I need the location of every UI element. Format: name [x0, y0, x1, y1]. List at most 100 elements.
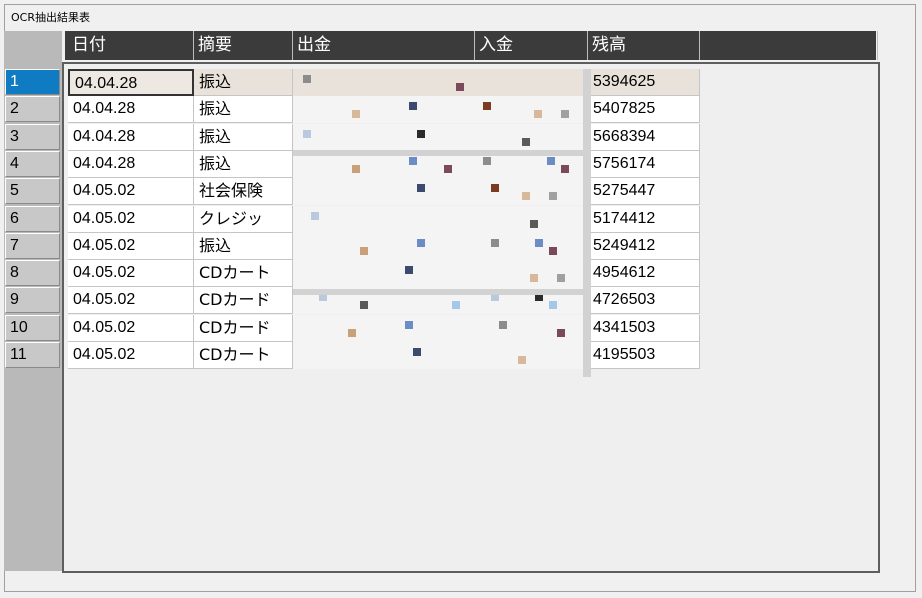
- redaction-mosaic-pixel: [405, 321, 413, 329]
- column-header-deposit[interactable]: 入金: [475, 31, 588, 60]
- redaction-mosaic-pixel: [522, 192, 530, 200]
- cell-balance[interactable]: 4726503: [588, 287, 700, 314]
- cell-balance[interactable]: 5394625: [588, 69, 700, 96]
- redaction-divider: [293, 150, 588, 156]
- row-number[interactable]: 11: [5, 342, 60, 368]
- cell-balance[interactable]: 4341503: [588, 315, 700, 342]
- cell-date[interactable]: 04.04.28: [68, 69, 194, 96]
- cell-memo[interactable]: 社会保険: [194, 178, 293, 205]
- cell-withdrawal-redacted[interactable]: [293, 233, 588, 260]
- cell-balance[interactable]: 5249412: [588, 233, 700, 260]
- redaction-mosaic-pixel: [547, 157, 555, 165]
- cell-balance[interactable]: 5756174: [588, 151, 700, 178]
- redaction-mosaic-pixel: [303, 130, 311, 138]
- cell-memo[interactable]: CDカート: [194, 260, 293, 287]
- row-number[interactable]: 3: [5, 124, 60, 150]
- cell-balance[interactable]: 5174412: [588, 206, 700, 233]
- row-number[interactable]: 10: [5, 315, 60, 341]
- cell-date[interactable]: 04.05.02: [68, 260, 194, 287]
- redaction-divider: [583, 69, 591, 377]
- row-number[interactable]: 1: [5, 69, 60, 95]
- redaction-mosaic-pixel: [499, 321, 507, 329]
- cell-balance[interactable]: 5407825: [588, 96, 700, 123]
- cell-balance[interactable]: 4195503: [588, 342, 700, 369]
- cell-balance[interactable]: 5668394: [588, 124, 700, 151]
- cell-date[interactable]: 04.04.28: [68, 96, 194, 123]
- row-number[interactable]: 8: [5, 260, 60, 286]
- redaction-mosaic-pixel: [405, 266, 413, 274]
- redaction-mosaic-pixel: [518, 356, 526, 364]
- redaction-mosaic-pixel: [352, 110, 360, 118]
- cell-date[interactable]: 04.05.02: [68, 315, 194, 342]
- cell-date[interactable]: 04.04.28: [68, 124, 194, 151]
- redaction-mosaic-pixel: [409, 157, 417, 165]
- redaction-mosaic-pixel: [352, 165, 360, 173]
- redaction-mosaic-pixel: [409, 102, 417, 110]
- redaction-mosaic-pixel: [452, 301, 460, 309]
- cell-withdrawal-redacted[interactable]: [293, 96, 588, 123]
- cell-withdrawal-redacted[interactable]: [293, 69, 588, 96]
- cell-memo[interactable]: 振込: [194, 233, 293, 260]
- redaction-mosaic-pixel: [522, 138, 530, 146]
- cell-memo[interactable]: CDカード: [194, 315, 293, 342]
- cell-balance[interactable]: 4954612: [588, 260, 700, 287]
- row-number[interactable]: 6: [5, 206, 60, 232]
- cell-withdrawal-redacted[interactable]: [293, 124, 588, 151]
- redaction-divider: [293, 289, 588, 295]
- cell-withdrawal-redacted[interactable]: [293, 206, 588, 233]
- cell-date[interactable]: 04.05.02: [68, 233, 194, 260]
- row-number[interactable]: 9: [5, 287, 60, 313]
- redaction-mosaic-pixel: [549, 247, 557, 255]
- cell-withdrawal-redacted[interactable]: [293, 260, 588, 287]
- redaction-mosaic-pixel: [561, 165, 569, 173]
- row-number[interactable]: 7: [5, 233, 60, 259]
- row-number[interactable]: 4: [5, 151, 60, 177]
- cell-memo[interactable]: 振込: [194, 69, 293, 96]
- cell-withdrawal-redacted[interactable]: [293, 178, 588, 205]
- row-number[interactable]: 5: [5, 178, 60, 204]
- redaction-mosaic-pixel: [549, 192, 557, 200]
- redaction-mosaic-pixel: [360, 301, 368, 309]
- cell-date[interactable]: 04.05.02: [68, 206, 194, 233]
- cell-date[interactable]: 04.05.02: [68, 287, 194, 314]
- redaction-mosaic-pixel: [561, 110, 569, 118]
- redaction-mosaic-pixel: [456, 83, 464, 91]
- column-header-withdrawal[interactable]: 出金: [293, 31, 475, 60]
- redaction-mosaic-pixel: [530, 274, 538, 282]
- cell-memo[interactable]: CDカード: [194, 287, 293, 314]
- cell-withdrawal-redacted[interactable]: [293, 342, 588, 369]
- redaction-mosaic-pixel: [444, 165, 452, 173]
- cell-balance[interactable]: 5275447: [588, 178, 700, 205]
- redaction-mosaic-pixel: [360, 247, 368, 255]
- redaction-mosaic-pixel: [534, 110, 542, 118]
- redaction-mosaic-pixel: [417, 130, 425, 138]
- cell-date[interactable]: 04.05.02: [68, 342, 194, 369]
- redaction-mosaic-pixel: [417, 239, 425, 247]
- column-header-memo[interactable]: 摘要: [194, 31, 293, 60]
- redaction-mosaic-pixel: [535, 239, 543, 247]
- redaction-mosaic-pixel: [491, 239, 499, 247]
- column-header-extra[interactable]: [700, 31, 878, 60]
- column-header-balance[interactable]: 残高: [588, 31, 700, 60]
- cell-date[interactable]: 04.05.02: [68, 178, 194, 205]
- cell-date[interactable]: 04.04.28: [68, 151, 194, 178]
- redaction-mosaic-pixel: [303, 75, 311, 83]
- group-title: OCR抽出結果表: [11, 11, 90, 24]
- column-header-date[interactable]: 日付: [68, 31, 194, 60]
- cell-memo[interactable]: クレジッ: [194, 206, 293, 233]
- redaction-mosaic-pixel: [483, 102, 491, 110]
- redaction-mosaic-pixel: [348, 329, 356, 337]
- cell-memo[interactable]: CDカート: [194, 342, 293, 369]
- cell-memo[interactable]: 振込: [194, 124, 293, 151]
- cell-memo[interactable]: 振込: [194, 151, 293, 178]
- row-number[interactable]: 2: [5, 96, 60, 122]
- redaction-mosaic-pixel: [413, 348, 421, 356]
- redaction-mosaic-pixel: [491, 184, 499, 192]
- redaction-mosaic-pixel: [557, 329, 565, 337]
- redaction-mosaic-pixel: [549, 301, 557, 309]
- redaction-mosaic-pixel: [557, 274, 565, 282]
- cell-memo[interactable]: 振込: [194, 96, 293, 123]
- grid-corner-cell[interactable]: [4, 31, 62, 61]
- cell-withdrawal-redacted[interactable]: [293, 315, 588, 342]
- redaction-mosaic-pixel: [311, 212, 319, 220]
